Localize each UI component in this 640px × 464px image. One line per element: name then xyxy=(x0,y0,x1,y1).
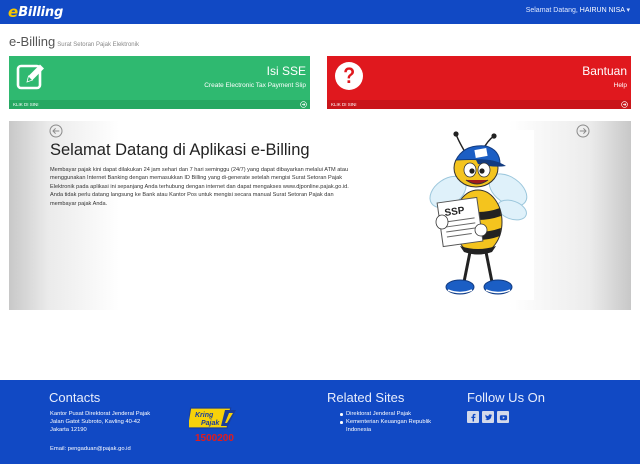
welcome-text: Selamat Datang, xyxy=(525,7,578,14)
isi-sse-click-here: KLIK DI SINI xyxy=(13,102,39,107)
chevron-down-icon: ▾ xyxy=(626,7,630,14)
facebook-icon[interactable] xyxy=(467,411,479,423)
related-sites-list: Direktorat Jenderal Pajak Kementerian Ke… xyxy=(340,410,431,435)
kring-top-text: Kring xyxy=(195,412,214,419)
related-sites-heading: Related Sites xyxy=(327,390,405,405)
related-link-kemenkeu[interactable]: Kementerian Keuangan Republik xyxy=(340,418,431,426)
arrow-right-circle-icon xyxy=(300,101,307,108)
bee-mascot-image: SSP xyxy=(420,130,534,300)
kring-bottom-text: Pajak xyxy=(201,420,220,427)
related-link-djp[interactable]: Direktorat Jenderal Pajak xyxy=(340,410,431,418)
page-subtitle: Surat Setoran Pajak Elektronik xyxy=(57,42,139,48)
edit-icon xyxy=(16,64,44,90)
question-icon xyxy=(335,62,363,90)
carousel-line: Elektronik pada aplikasi ini sepanjang A… xyxy=(50,183,349,190)
carousel-line: menggunakan Internet Banking dengan mema… xyxy=(50,175,342,182)
carousel-title: Selamat Datang di Aplikasi e-Billing xyxy=(50,141,310,159)
ebilling-logo[interactable]: e Billing xyxy=(8,3,63,21)
page-title-text: e-Billing xyxy=(9,34,56,49)
contacts-heading: Contacts xyxy=(49,390,101,405)
bantuan-title: Bantuan xyxy=(582,64,627,78)
address-line: Kantor Pusat Direktorat Jenderal Pajak xyxy=(50,411,151,417)
carousel-next-icon[interactable] xyxy=(576,124,590,138)
kring-number: 1500200 xyxy=(195,433,234,444)
page-footer: Contacts Kantor Pusat Direktorat Jendera… xyxy=(0,380,640,464)
contact-address: Kantor Pusat Direktorat Jenderal Pajak J… xyxy=(50,410,150,435)
user-menu[interactable]: Selamat Datang, HAIRUN NISA ▾ xyxy=(526,6,630,14)
bantuan-footer[interactable]: KLIK DI SINI xyxy=(327,100,631,109)
bantuan-description: Help xyxy=(613,82,627,89)
twitter-icon[interactable] xyxy=(482,411,494,423)
isi-sse-tile[interactable]: Isi SSE Create Electronic Tax Payment Sl… xyxy=(9,56,310,109)
carousel-description: Membayar pajak kini dapat dilakukan 24 j… xyxy=(50,166,420,208)
related-link-kemenkeu-cont[interactable]: Indonesia xyxy=(340,426,431,434)
kring-pajak-logo: Kring Pajak 1500200 xyxy=(189,407,236,444)
address-line: Jalan Gatot Subroto, Kavling 40-42 xyxy=(50,419,141,426)
bantuan-tile[interactable]: Bantuan Help KLIK DI SINI xyxy=(327,56,631,109)
isi-sse-footer[interactable]: KLIK DI SINI xyxy=(9,100,310,109)
welcome-carousel: Selamat Datang di Aplikasi e-Billing Mem… xyxy=(9,121,631,310)
bantuan-click-here: KLIK DI SINI xyxy=(331,102,357,107)
user-name: HAIRUN NISA xyxy=(579,7,625,14)
carousel-line: Anda tidak perlu datang langsung ke Bank… xyxy=(50,192,334,199)
carousel-prev-icon[interactable] xyxy=(49,124,63,138)
isi-sse-description: Create Electronic Tax Payment Slip xyxy=(204,82,306,89)
carousel-line: Membayar pajak kini dapat dilakukan 24 j… xyxy=(50,167,349,173)
isi-sse-title: Isi SSE xyxy=(266,64,306,78)
arrow-right-circle-icon xyxy=(621,101,628,108)
follow-us-heading: Follow Us On xyxy=(467,390,546,405)
carousel-line: membayar pajak Anda. xyxy=(50,200,108,207)
address-line: Jakarta 12190 xyxy=(50,427,87,434)
email-link[interactable]: pengaduan@pajak.go.id xyxy=(68,446,131,452)
logo-e: e xyxy=(8,3,19,21)
email-label: Email: xyxy=(50,446,67,452)
logo-word: Billing xyxy=(18,4,64,20)
contact-email: Email: pengaduan@pajak.go.id xyxy=(50,446,131,452)
page-title: e-Billing Surat Setoran Pajak Elektronik xyxy=(9,34,139,49)
top-navbar: e Billing Selamat Datang, HAIRUN NISA ▾ xyxy=(0,0,640,24)
youtube-icon[interactable] xyxy=(497,411,509,423)
